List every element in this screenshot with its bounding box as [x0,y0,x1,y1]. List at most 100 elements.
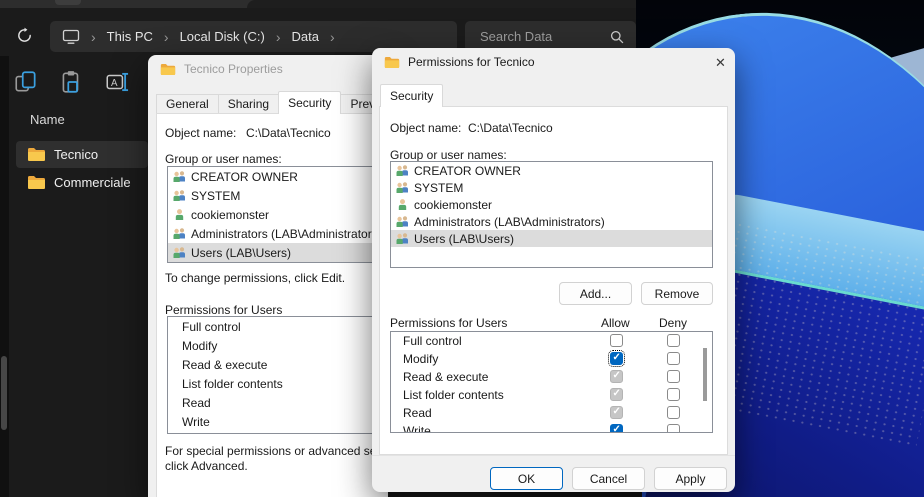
user-list-item[interactable]: SYSTEM [391,179,712,196]
user-name: CREATOR OWNER [414,164,521,178]
apply-button[interactable]: Apply [654,467,727,490]
paste-icon[interactable] [58,69,84,95]
user-name: cookiemonster [414,198,492,212]
permission-name: Modify [403,352,438,366]
object-name-label: Object name: [165,126,236,140]
permission-row-read-execute: Read & execute [391,368,712,386]
group-icon [172,189,187,202]
footer-divider [372,455,735,456]
tab-sharing[interactable]: Sharing [218,94,279,114]
this-pc-icon [62,29,80,45]
deny-checkbox[interactable] [667,406,680,419]
permissions-checkbox-list[interactable]: Full control Modify Read & execute List … [390,331,713,433]
object-name-value: C:\Data\Tecnico [468,121,553,135]
screen: › This PC › Local Disk (C:) › Data › Sea… [0,0,924,497]
user-name: SYSTEM [414,181,463,195]
group-user-list[interactable]: CREATOR OWNER SYSTEM cookiemonster Admin… [167,166,381,263]
permission-item: Read & execute [168,355,380,374]
group-user-names-label: Group or user names: [390,148,507,162]
user-list-item[interactable]: SYSTEM [168,186,380,205]
deny-checkbox[interactable] [667,352,680,365]
allow-checkbox[interactable] [610,406,623,419]
user-name: cookiemonster [191,208,269,222]
properties-tabs: General Sharing Security Previous Versio… [156,92,388,114]
deny-column-header: Deny [659,316,687,330]
dialog-title-bar: Tecnico Properties [160,62,283,76]
svg-text:A: A [111,78,118,89]
tab-security[interactable]: Security [278,91,341,114]
tab-general[interactable]: General [156,94,219,114]
advanced-hint: For special permissions or advanced sett… [165,444,388,474]
deny-checkbox[interactable] [667,424,680,433]
group-user-list[interactable]: CREATOR OWNER SYSTEM cookiemonster Admin… [390,161,713,268]
user-name: Users (LAB\Users) [191,246,291,260]
user-list-item[interactable]: Users (LAB\Users) [391,230,712,247]
allow-checkbox[interactable] [610,370,623,383]
dialog-title: Permissions for Tecnico [408,55,535,69]
user-name: SYSTEM [191,189,240,203]
allow-checkbox[interactable] [610,334,623,347]
user-list-item[interactable]: CREATOR OWNER [391,162,712,179]
user-list-item[interactable]: Administrators (LAB\Administrators) [168,224,380,243]
edit-hint: To change permissions, click Edit. [165,271,345,285]
file-row-tecnico[interactable]: Tecnico [16,141,148,168]
permissions-list[interactable]: Full control Modify Read & execute List … [167,316,381,434]
permission-item: Full control [168,317,380,336]
ok-button[interactable]: OK [490,467,563,490]
explorer-tab[interactable] [55,0,81,5]
search-icon [610,30,624,44]
breadcrumb-chevron-icon: › [164,29,169,45]
permissions-for-users-label: Permissions for Users [390,316,507,330]
tab-security[interactable]: Security [380,84,443,107]
user-list-item[interactable]: Administrators (LAB\Administrators) [391,213,712,230]
copy-icon[interactable] [13,69,39,95]
breadcrumb-chevron-icon: › [276,29,281,45]
permissions-tabs: Security [380,85,443,107]
scrollbar-thumb[interactable] [1,356,7,430]
security-tab-page: Object name: C:\Data\Tecnico Group or us… [379,106,728,455]
column-header-name[interactable]: Name [30,112,65,127]
user-list-item[interactable]: cookiemonster [391,196,712,213]
permissions-for-tecnico-dialog: Permissions for Tecnico ✕ Security Objec… [372,48,735,492]
allow-checkbox[interactable] [610,352,623,365]
file-name: Tecnico [54,147,98,162]
permission-name: Read [403,406,432,420]
user-list-item[interactable]: CREATOR OWNER [168,167,380,186]
remove-button[interactable]: Remove [641,282,713,305]
permission-row-modify: Modify [391,350,712,368]
allow-column-header: Allow [601,316,630,330]
advanced-hint-line1: For special permissions or advanced sett… [165,444,388,459]
deny-checkbox[interactable] [667,370,680,383]
breadcrumb-item-local-disk[interactable]: Local Disk (C:) [180,29,265,44]
breadcrumb-item-data[interactable]: Data [292,29,319,44]
permission-item: Write [168,412,380,431]
rename-icon[interactable]: A [104,69,130,95]
allow-checkbox[interactable] [610,424,623,433]
allow-checkbox[interactable] [610,388,623,401]
nav-pane-edge [0,56,9,497]
deny-checkbox[interactable] [667,388,680,401]
file-name: Commerciale [54,175,131,190]
object-name-value: C:\Data\Tecnico [246,126,331,140]
security-tab-page: Object name: C:\Data\Tecnico Group or us… [156,113,388,497]
permission-row-write: Write [391,422,712,433]
scrollbar-thumb[interactable] [703,348,707,401]
close-button[interactable]: ✕ [708,52,733,74]
user-list-item[interactable]: cookiemonster [168,205,380,224]
group-icon [172,246,187,259]
window-edge [500,492,642,497]
refresh-button[interactable] [10,21,38,49]
permission-item: Modify [168,336,380,355]
folder-icon [160,63,176,76]
group-icon [395,181,410,194]
breadcrumb-item-this-pc[interactable]: This PC [107,29,153,44]
deny-checkbox[interactable] [667,334,680,347]
add-button[interactable]: Add... [559,282,632,305]
permission-item: Special permissions [168,431,380,434]
file-row-commerciale[interactable]: Commerciale [16,169,148,196]
user-name: Administrators (LAB\Administrators) [191,227,380,241]
user-list-item[interactable]: Users (LAB\Users) [168,243,380,262]
explorer-active-tab[interactable] [247,0,636,8]
cancel-button[interactable]: Cancel [572,467,645,490]
permission-name: List folder contents [403,388,504,402]
